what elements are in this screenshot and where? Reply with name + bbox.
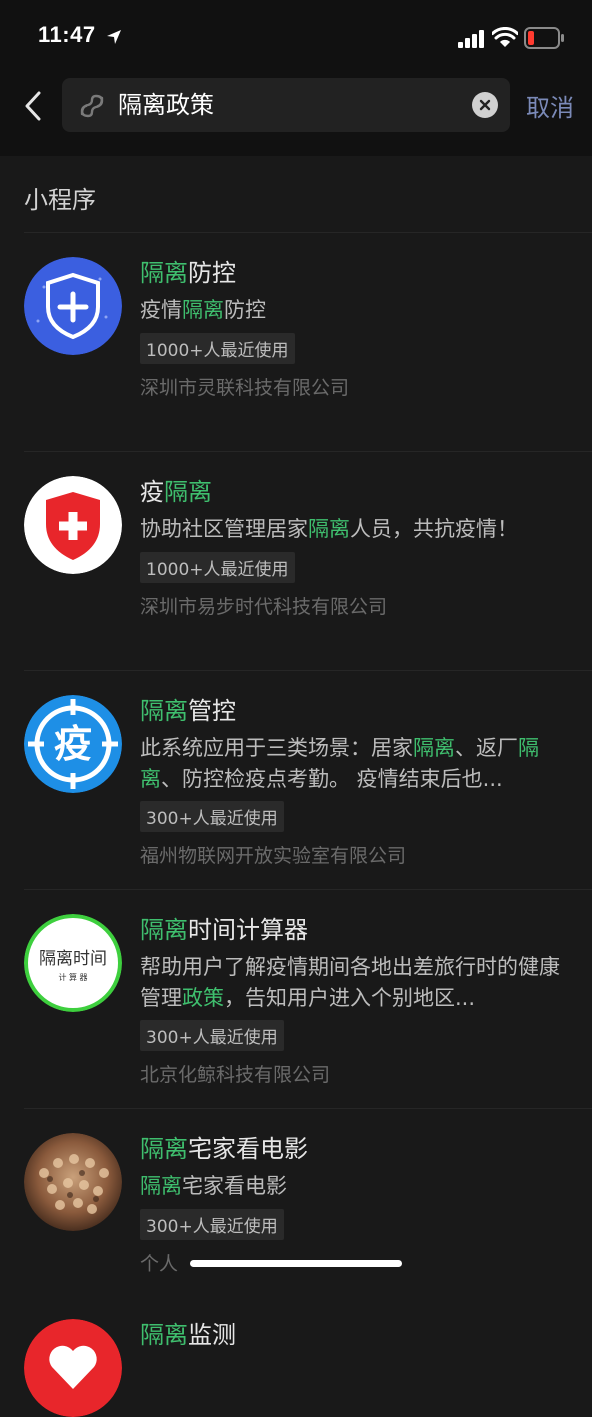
text-segment: 疫	[140, 478, 164, 506]
result-title: 隔离管控	[140, 691, 236, 726]
result-description: 此系统应用于三类场景：居家隔离、返厂隔离、防控检疫点考勤。 疫情结束后也...	[140, 733, 565, 795]
highlighted-term: 隔离	[164, 478, 212, 506]
icon-character: 疫	[54, 722, 92, 766]
highlighted-term: 政策	[182, 986, 224, 1010]
text-segment: 人员，共抗疫情！	[350, 517, 518, 541]
highlighted-term: 隔离	[140, 1174, 182, 1198]
shield-plus-icon	[24, 257, 122, 355]
search-input[interactable]	[118, 78, 458, 132]
company-name: 福州物联网开放实验室有限公司	[140, 845, 407, 867]
icon-subtitle-text: 计 算 器	[58, 972, 87, 982]
result-title: 隔离防控	[140, 253, 236, 288]
result-item[interactable]: 隔离时间 计 算 器 隔离时间计算器 帮助用户了解疫情期间各地出差旅行时的健康管…	[0, 890, 592, 1109]
company-name: 深圳市易步时代科技有限公司	[140, 596, 388, 618]
home-indicator[interactable]	[190, 1260, 402, 1267]
company-name: 个人	[140, 1253, 179, 1275]
usage-badge: 1000+人最近使用	[140, 552, 295, 583]
result-title: 隔离宅家看电影	[140, 1129, 308, 1164]
text-segment: 防控	[188, 259, 236, 287]
highlighted-term: 隔离	[140, 259, 188, 287]
result-title: 隔离监测	[140, 1315, 236, 1350]
text-segment: 、返厂	[455, 736, 518, 760]
text-segment: 此系统应用于三类场景：居家	[140, 736, 413, 760]
result-description: 疫情隔离防控	[140, 295, 560, 326]
text-segment: 管控	[188, 697, 236, 725]
red-shield-cross-icon	[24, 476, 122, 574]
result-description: 帮助用户了解疫情期间各地出差旅行时的健康管理政策，告知用户进入个别地区...	[140, 952, 565, 1014]
result-item[interactable]: 隔离监测	[0, 1299, 592, 1417]
usage-badge: 300+人最近使用	[140, 1209, 284, 1240]
search-box[interactable]	[62, 78, 510, 132]
cancel-button[interactable]: 取消	[526, 88, 574, 123]
result-item[interactable]: 疫隔离 协助社区管理居家隔离人员，共抗疫情！ 1000+人最近使用 深圳市易步时…	[0, 452, 592, 671]
result-item[interactable]: 隔离防控 疫情隔离防控 1000+人最近使用 深圳市灵联科技有限公司	[0, 233, 592, 452]
text-segment: 监测	[188, 1321, 236, 1349]
text-segment: 疫情	[140, 298, 182, 322]
results-list: 隔离防控 疫情隔离防控 1000+人最近使用 深圳市灵联科技有限公司 疫隔离 协…	[0, 233, 592, 1417]
clear-search-button[interactable]	[472, 92, 498, 118]
usage-badge: 300+人最近使用	[140, 1020, 284, 1051]
heart-icon	[24, 1319, 122, 1417]
cellular-signal-icon	[458, 30, 484, 48]
wifi-icon	[492, 27, 518, 47]
result-title: 疫隔离	[140, 472, 212, 507]
text-segment: ，告知用户进入个别地区...	[224, 986, 476, 1010]
status-time: 11:47	[38, 22, 96, 47]
highlighted-term: 隔离	[140, 697, 188, 725]
mini-program-link-icon	[80, 94, 104, 118]
highlighted-term: 隔离	[308, 517, 350, 541]
usage-badge: 1000+人最近使用	[140, 333, 295, 364]
location-arrow-icon	[107, 30, 121, 44]
text-segment: 、防控检疫点考勤。 疫情结束后也...	[161, 767, 503, 791]
isolation-timer-logo-icon: 隔离时间 计 算 器	[24, 914, 122, 1012]
result-description: 隔离宅家看电影	[140, 1171, 560, 1202]
close-icon	[479, 99, 491, 111]
section-title: 小程序	[24, 186, 96, 214]
result-description: 协助社区管理居家隔离人员，共抗疫情！	[140, 514, 580, 545]
chevron-left-icon	[25, 91, 41, 121]
text-segment: 宅家看电影	[188, 1135, 308, 1163]
highlighted-term: 隔离	[140, 1321, 188, 1349]
status-bar: 11:47	[0, 0, 592, 76]
highlighted-term: 隔离	[140, 1135, 188, 1163]
back-button[interactable]	[16, 86, 50, 126]
result-item[interactable]: 隔离宅家看电影 隔离宅家看电影 300+人最近使用 个人	[0, 1109, 592, 1299]
text-segment: 防控	[224, 298, 266, 322]
text-segment: 协助社区管理居家	[140, 517, 308, 541]
highlighted-term: 隔离	[182, 298, 224, 322]
battery-low-icon	[524, 27, 564, 49]
icon-title-text: 隔离时间	[39, 949, 107, 969]
highlighted-term: 隔离	[413, 736, 455, 760]
result-title: 隔离时间计算器	[140, 910, 308, 945]
epidemic-target-icon: 疫	[24, 695, 122, 793]
usage-badge: 300+人最近使用	[140, 801, 284, 832]
search-header: 取消	[0, 76, 592, 156]
result-item[interactable]: 疫 隔离管控 此系统应用于三类场景：居家隔离、返厂隔离、防控检疫点考勤。 疫情结…	[0, 671, 592, 890]
company-name: 北京化鲸科技有限公司	[140, 1064, 331, 1086]
highlighted-term: 隔离	[140, 916, 188, 944]
text-segment: 宅家看电影	[182, 1174, 287, 1198]
company-name: 深圳市灵联科技有限公司	[140, 377, 350, 399]
crowd-photo-icon	[24, 1133, 122, 1231]
text-segment: 时间计算器	[188, 916, 308, 944]
